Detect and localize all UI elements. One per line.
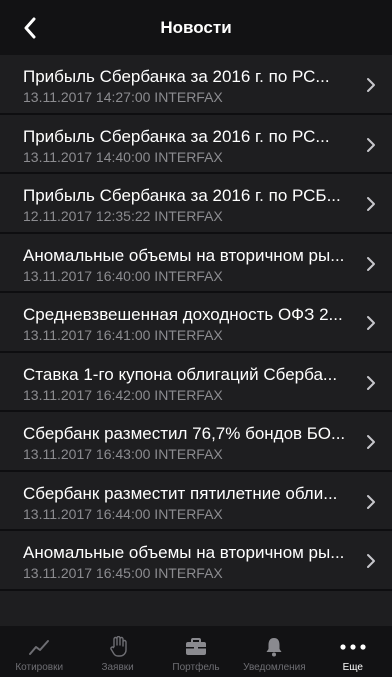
chevron-right-icon (367, 554, 375, 568)
more-dots-icon (340, 636, 366, 658)
news-title: Средневзвешенная доходность ОФЗ 2... (23, 305, 343, 324)
chart-line-icon (26, 636, 52, 658)
tab-label: Портфель (172, 662, 220, 673)
bell-icon (261, 636, 287, 658)
tab-label: Заявки (101, 662, 134, 673)
page-title: Новости (160, 18, 232, 37)
briefcase-icon (183, 636, 209, 658)
news-title: Ставка 1-го купона облигаций Сберба... (23, 364, 338, 384)
chevron-right-icon (367, 375, 375, 390)
news-title: Сбербанк разместил 76,7% бондов БО... (23, 424, 346, 443)
news-title: Прибыль Сбербанка за 2016 г. по РС... (23, 126, 330, 146)
news-item[interactable]: Прибыль Сбербанка за 2016 г. по РС... 13… (0, 114, 392, 174)
tab-more[interactable]: Еще (314, 626, 392, 677)
news-meta: 12.11.2017 12:35:22 INTERFAX (23, 208, 223, 224)
news-item[interactable]: Прибыль Сбербанка за 2016 г. по РСБ... 1… (0, 174, 392, 234)
tab-quotes[interactable]: Котировки (0, 626, 78, 677)
news-item[interactable]: Средневзвешенная доходность ОФЗ 2... 13.… (0, 293, 392, 353)
news-meta: 13.11.2017 14:27:00 INTERFAX (23, 89, 223, 105)
tab-notifications[interactable]: Уведомления (235, 626, 313, 677)
news-meta: 13.11.2017 16:44:00 INTERFAX (23, 505, 223, 522)
news-title: Прибыль Сбербанка за 2016 г. по РС... (23, 67, 330, 86)
tab-label: Уведомления (243, 662, 306, 673)
news-item[interactable]: Сбербанк разместил 76,7% бондов БО... 13… (0, 412, 392, 472)
news-meta: 13.11.2017 16:41:00 INTERFAX (23, 327, 223, 343)
chevron-right-icon (367, 256, 375, 271)
news-item[interactable]: Ставка 1-го купона облигаций Сберба... 1… (0, 352, 392, 412)
chevron-right-icon (367, 137, 375, 152)
news-meta: 13.11.2017 16:45:00 INTERFAX (23, 565, 223, 581)
chevron-right-icon (367, 78, 375, 92)
chevron-right-icon (367, 494, 375, 509)
chevron-right-icon (367, 435, 375, 449)
news-item[interactable]: Аномальные объемы на вторичном ры... 13.… (0, 233, 392, 293)
news-item[interactable]: Прибыль Сбербанка за 2016 г. по РС... 13… (0, 55, 392, 115)
news-item[interactable]: Сбербанк разместит пятилетние обли... 13… (0, 471, 392, 531)
navigation-bar: Новости (0, 0, 392, 55)
news-meta: 13.11.2017 16:42:00 INTERFAX (23, 386, 223, 403)
chevron-right-icon (367, 197, 375, 211)
hand-icon (105, 636, 131, 658)
news-meta: 13.11.2017 16:40:00 INTERFAX (23, 267, 223, 284)
tab-label: Котировки (15, 662, 64, 673)
tab-portfolio[interactable]: Портфель (157, 626, 235, 677)
news-title: Аномальные объемы на вторичном ры... (23, 543, 345, 562)
tab-bar: Котировки Заявки Портфель Уведомления Ещ… (0, 626, 392, 677)
news-meta: 13.11.2017 14:40:00 INTERFAX (23, 148, 223, 165)
news-list: Прибыль Сбербанка за 2016 г. по РС... 13… (0, 55, 392, 591)
tab-label: Еще (342, 662, 363, 673)
tab-orders[interactable]: Заявки (78, 626, 156, 677)
news-title: Сбербанк разместит пятилетние обли... (23, 483, 338, 503)
chevron-right-icon (367, 316, 375, 330)
news-meta: 13.11.2017 16:43:00 INTERFAX (23, 446, 223, 462)
news-item[interactable]: Аномальные объемы на вторичном ры... 13.… (0, 531, 392, 591)
news-title: Аномальные объемы на вторичном ры... (23, 245, 345, 265)
news-screen: Новости Прибыль Сбербанка за 2016 г. по … (0, 0, 392, 677)
news-title: Прибыль Сбербанка за 2016 г. по РСБ... (23, 186, 341, 205)
